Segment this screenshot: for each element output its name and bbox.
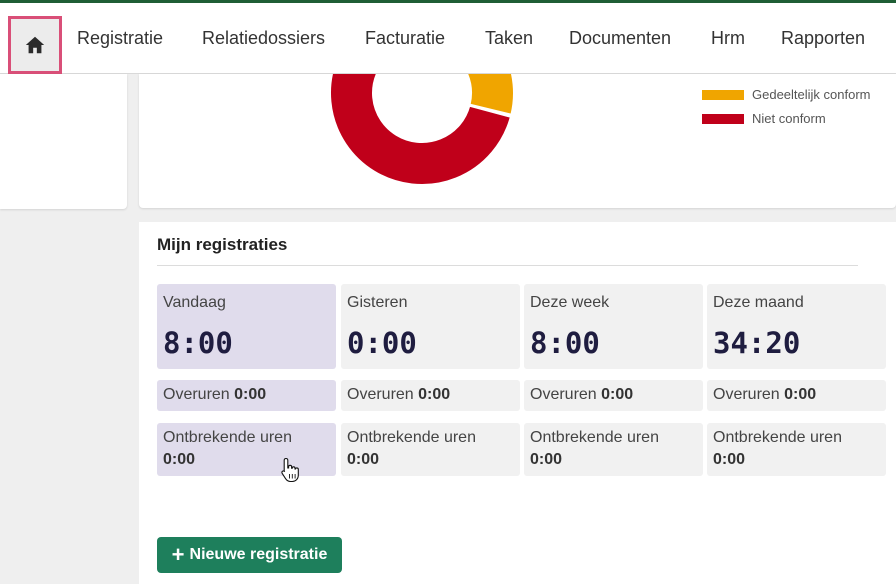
overtime-tile-this-week: Overuren 0:00 — [524, 380, 703, 411]
period-label: Vandaag — [163, 294, 226, 311]
overtime-tile-this-month: Overuren 0:00 — [707, 380, 886, 411]
legend-label: Gedeeltelijk conform — [752, 87, 871, 102]
period-label: Deze maand — [713, 294, 804, 311]
overtime-text: Overuren 0:00 — [530, 386, 634, 403]
side-panel — [0, 74, 127, 209]
overtime-text: Overuren 0:00 — [163, 386, 267, 403]
hand-cursor-icon — [281, 457, 299, 483]
missing-hours-label: Ontbrekende uren — [713, 429, 842, 446]
period-label: Deze week — [530, 294, 610, 311]
nav-item-documenten[interactable]: Documenten — [569, 28, 671, 49]
nav-item-rapporten[interactable]: Rapporten — [781, 28, 865, 49]
missing-hours-tile-this-month: Ontbrekende uren 0:00 — [707, 423, 886, 476]
missing-hours-value: 0:00 — [347, 451, 380, 468]
period-tile-this-month[interactable]: Deze maand 34:20 — [707, 284, 886, 369]
section-title: Mijn registraties — [157, 235, 288, 254]
conformity-chart-card: Gedeeltelijk conform Niet conform — [139, 74, 896, 208]
overtime-text: Overuren 0:00 — [347, 386, 451, 403]
period-hours: 34:20 — [713, 326, 801, 360]
divider — [157, 265, 858, 266]
legend-item-niet-conform: Niet conform — [702, 111, 826, 126]
home-button[interactable] — [8, 16, 62, 74]
period-hours: 8:00 — [530, 326, 600, 360]
plus-icon: + — [171, 542, 185, 567]
missing-hours-label: Ontbrekende uren — [530, 429, 659, 446]
legend-swatch — [702, 89, 744, 100]
period-tile-yesterday[interactable]: Gisteren 0:00 — [341, 284, 520, 369]
nav-item-registratie[interactable]: Registratie — [77, 28, 163, 49]
period-hours: 0:00 — [347, 326, 417, 360]
period-label: Gisteren — [347, 294, 408, 311]
nav-item-taken[interactable]: Taken — [485, 28, 533, 49]
period-tile-this-week[interactable]: Deze week 8:00 — [524, 284, 703, 369]
missing-hours-value: 0:00 — [530, 451, 563, 468]
missing-hours-tile-this-week: Ontbrekende uren 0:00 — [524, 423, 703, 476]
registrations-card: Mijn registraties Vandaag 8:00 Overuren … — [139, 222, 896, 584]
new-registration-label: Nieuwe registratie — [189, 546, 328, 563]
missing-hours-label: Ontbrekende uren — [347, 429, 476, 446]
overtime-tile-today: Overuren 0:00 — [157, 380, 336, 411]
missing-hours-value: 0:00 — [713, 451, 746, 468]
nav-item-facturatie[interactable]: Facturatie — [365, 28, 445, 49]
main-navbar: Registratie Relatiedossiers Facturatie T… — [0, 3, 896, 74]
missing-hours-value: 0:00 — [163, 451, 196, 468]
overtime-text: Overuren 0:00 — [713, 386, 817, 403]
missing-hours-tile-today: Ontbrekende uren 0:00 — [157, 423, 336, 476]
new-registration-button[interactable]: + Nieuwe registratie — [157, 537, 342, 573]
missing-hours-tile-yesterday: Ontbrekende uren 0:00 — [341, 423, 520, 476]
nav-item-hrm[interactable]: Hrm — [711, 28, 745, 49]
nav-item-relatiedossiers[interactable]: Relatiedossiers — [202, 28, 325, 49]
legend-label: Niet conform — [752, 111, 826, 126]
period-hours: 8:00 — [163, 326, 233, 360]
overtime-tile-yesterday: Overuren 0:00 — [341, 380, 520, 411]
legend-swatch — [702, 113, 744, 124]
home-icon — [25, 36, 45, 54]
missing-hours-label: Ontbrekende uren — [163, 429, 292, 446]
period-tile-today[interactable]: Vandaag 8:00 — [157, 284, 336, 369]
legend-item-gedeeltelijk: Gedeeltelijk conform — [702, 87, 871, 102]
